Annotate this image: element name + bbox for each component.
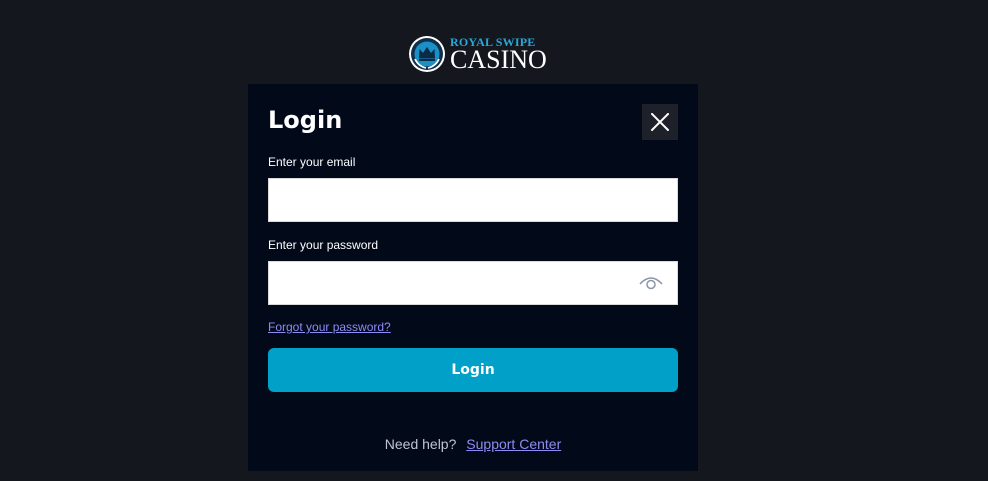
crown-emblem-icon (409, 36, 445, 72)
password-field[interactable] (268, 261, 678, 305)
email-label: Enter your email (268, 155, 356, 169)
show-password-toggle[interactable] (636, 271, 666, 295)
forgot-password-link[interactable]: Forgot your password? (268, 320, 391, 334)
login-modal: Login Enter your email Enter your passwo… (248, 84, 698, 471)
help-line: Need help? Support Center (248, 436, 698, 452)
help-prompt: Need help? (384, 436, 457, 452)
brand-name-line2: CASINO (450, 44, 547, 74)
login-button[interactable]: Login (268, 348, 678, 392)
password-label: Enter your password (268, 238, 379, 252)
modal-title: Login (268, 106, 343, 134)
eye-icon (639, 277, 663, 290)
brand-logo[interactable]: ROYAL SWIPE CASINO (408, 34, 547, 74)
email-field[interactable] (268, 178, 678, 222)
close-button[interactable] (642, 104, 678, 140)
close-icon (651, 113, 669, 131)
support-center-link[interactable]: Support Center (466, 436, 561, 452)
